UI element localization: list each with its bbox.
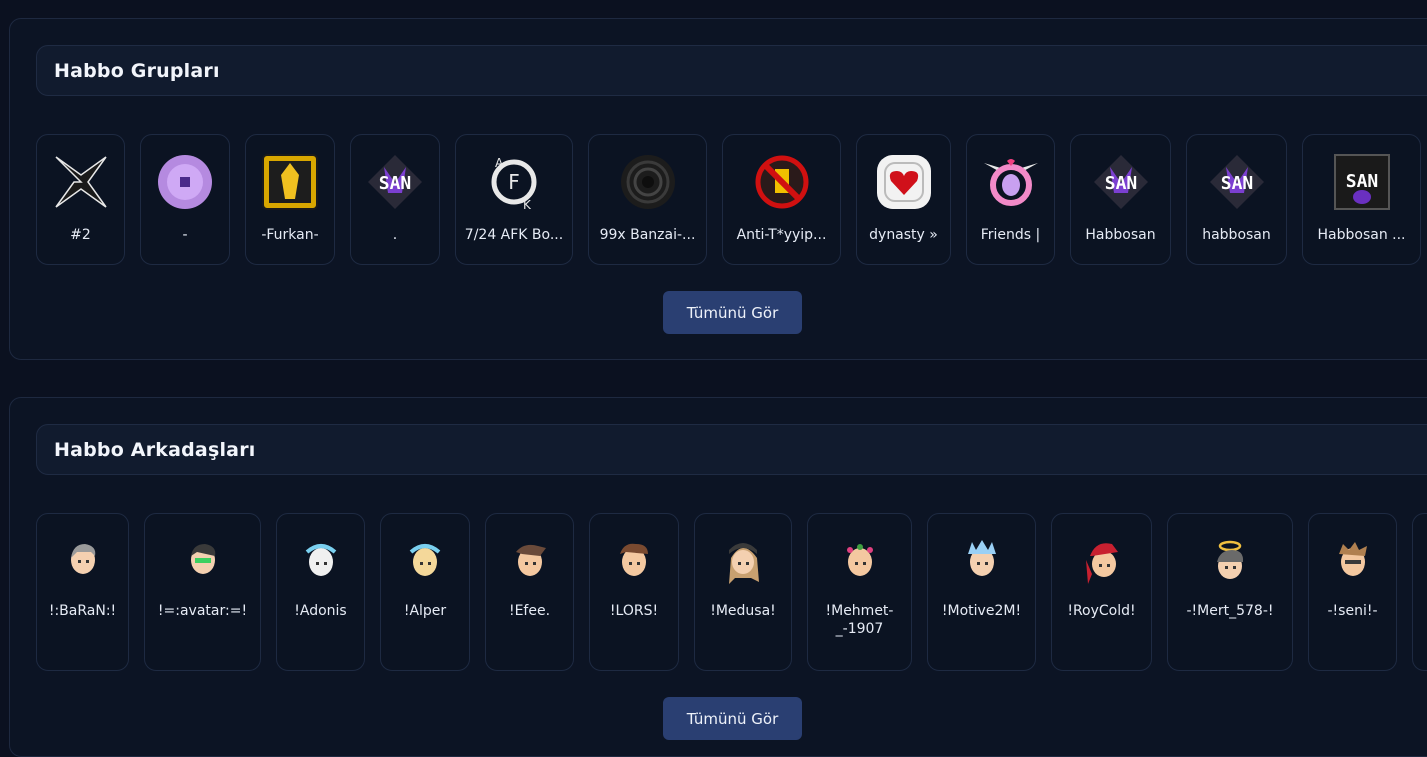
groups-view-all-button[interactable]: Tümünü Gör [663,291,802,334]
group-card[interactable]: SAN habbosan [1186,134,1287,265]
group-name: . [392,227,398,243]
group-name: habbosan [1202,227,1271,243]
friend-card[interactable]: !Adonis [276,513,365,671]
friend-name: !LORS! [609,603,659,619]
group-card[interactable]: - [140,134,230,265]
san-dark-badge-icon: SAN [1333,154,1390,210]
friend-name: !Efee. [508,603,551,619]
friend-name: !Medusa! [710,603,776,619]
friend-card[interactable] [1412,513,1427,671]
group-card[interactable]: Friends | [966,134,1055,265]
friends-header: Habbo Arkadaşları [36,424,1427,475]
friend-card[interactable]: !Efee. [485,513,574,671]
svg-text:A: A [495,156,504,170]
friend-name: -!Mert_578-! [1186,603,1274,619]
group-name: Habbosan [1085,227,1156,243]
avatar-icon [70,544,95,574]
friend-name: !Motive2M! [941,603,1022,619]
avatar-icon [305,544,336,576]
friends-section: Habbo Arkadaşları !:BaRaN:! !=:avatar:=! [9,397,1427,757]
friend-card[interactable]: !=:avatar:=! [144,513,261,671]
avatar-icon [846,544,873,576]
group-name: 7/24 AFK Bo... [464,227,564,243]
star-badge-icon [54,156,107,208]
avatar-icon [967,540,996,576]
heart-badge-icon [876,155,931,209]
group-card[interactable]: Anti-T*yyip... [722,134,841,265]
friend-card[interactable]: !Mehmet-_-1907 [807,513,912,671]
avatar-icon [1217,540,1244,579]
group-name: Friends | [980,227,1041,243]
groups-header: Habbo Grupları [36,45,1427,96]
avatar-icon [1338,542,1367,576]
friend-card[interactable]: -!Mert_578-! [1167,513,1293,671]
group-card[interactable]: dynasty » [856,134,951,265]
friends-view-all-button[interactable]: Tümünü Gör [663,697,802,740]
friend-name: !RoyCold! [1067,603,1136,619]
friend-name: !Mehmet-_-1907 [825,603,894,637]
group-card[interactable]: F A K 7/24 AFK Bo... [455,134,573,265]
group-card[interactable]: -Furkan- [245,134,335,265]
friend-card[interactable]: !RoyCold! [1051,513,1152,671]
avatar-icon [729,543,759,584]
friend-name: !Alper [403,603,447,619]
san-badge-icon: SAN [368,155,422,209]
svg-text:SAN: SAN [1345,171,1378,192]
friend-card[interactable]: !:BaRaN:! [36,513,129,671]
friend-card[interactable]: -!seni!- [1308,513,1397,671]
no-sign-badge-icon [755,155,808,209]
winged-ring-badge-icon [983,159,1038,206]
svg-text:SAN: SAN [1104,173,1137,194]
avatar-icon [620,543,648,576]
group-name: -Furkan- [261,227,319,243]
friend-card[interactable]: !Alper [380,513,470,671]
avatar-icon [190,544,215,574]
friend-name: !Adonis [294,603,347,619]
group-name: 99x Banzai-... [599,227,696,243]
friend-name: !:BaRaN:! [48,603,117,619]
friends-list: !:BaRaN:! !=:avatar:=! !Adonis !Alper !E… [36,513,1427,671]
group-card[interactable]: #2 [36,134,125,265]
group-card[interactable]: SAN Habbosan ... [1302,134,1421,265]
afk-badge-icon: F A K [491,156,537,211]
svg-text:SAN: SAN [1220,173,1253,194]
group-name: Habbosan ... [1317,227,1406,243]
group-name: - [182,227,188,243]
friend-name: !=:avatar:=! [157,603,248,619]
avatar-icon [1085,543,1118,584]
groups-list: #2 - -Furkan- SAN . F A K 7/24 AFK Bo...… [36,134,1427,265]
avatar-icon [409,544,441,576]
svg-text:K: K [523,198,532,211]
friend-card[interactable]: !Medusa! [694,513,792,671]
group-name: dynasty » [869,227,938,243]
group-card[interactable]: SAN Habbosan [1070,134,1171,265]
group-name: Anti-T*yyip... [736,227,827,243]
friend-name: -!seni!- [1327,603,1378,619]
groups-section: Habbo Grupları #2 - -Furkan- SAN . F A K… [9,18,1427,360]
purple-orb-badge-icon [158,155,212,209]
group-card[interactable]: 99x Banzai-... [588,134,707,265]
spiral-badge-icon [620,155,675,209]
friend-card[interactable]: !Motive2M! [927,513,1036,671]
svg-text:F: F [508,170,520,194]
svg-text:SAN: SAN [379,173,412,194]
avatar-icon [515,544,546,576]
gold-crest-badge-icon [262,154,318,210]
friends-title: Habbo Arkadaşları [54,438,256,461]
friend-card[interactable]: !LORS! [589,513,679,671]
san-badge-icon: SAN [1093,155,1148,209]
groups-title: Habbo Grupları [54,59,220,82]
san-badge-icon: SAN [1209,155,1264,209]
group-card[interactable]: SAN . [350,134,440,265]
group-name: #2 [70,227,91,243]
